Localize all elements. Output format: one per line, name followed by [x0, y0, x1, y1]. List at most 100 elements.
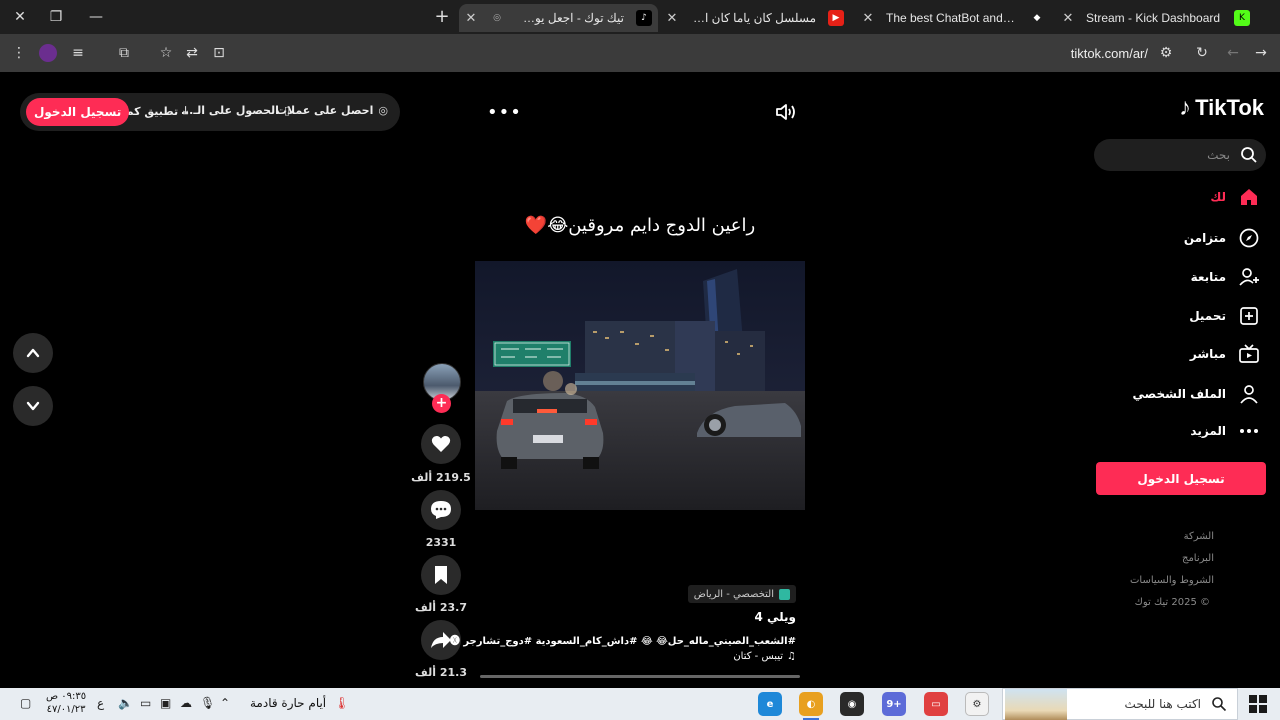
comment-icon	[431, 501, 451, 519]
notifications-icon[interactable]: ▢	[20, 696, 31, 710]
footer-link-terms[interactable]: الشروط والسياسات	[1130, 575, 1214, 586]
search-icon[interactable]	[1240, 146, 1258, 164]
comment-button[interactable]	[421, 490, 461, 530]
home-icon	[1241, 189, 1257, 205]
location-pin-icon	[779, 588, 790, 600]
tiktok-page: ◎ احصل على عملات ▯ الحصول على الـ... ⤓ ت…	[0, 72, 1280, 688]
sidebar-item-explore[interactable]: متزامن	[1184, 225, 1260, 251]
get-app-link[interactable]: ▯ الحصول على الـ...	[181, 104, 290, 117]
previous-video-button[interactable]	[13, 333, 53, 373]
location-tag[interactable]: التخصصي - الرياض	[687, 585, 796, 603]
sidebar-item-profile[interactable]: الملف الشخصي	[1133, 381, 1260, 407]
music-info[interactable]: ♫ تيبس - كتان	[733, 651, 796, 662]
steelseries-app-icon[interactable]: ⚙	[965, 692, 989, 716]
like-button[interactable]	[421, 424, 461, 464]
footer-link-company[interactable]: الشركة	[1184, 531, 1214, 542]
more-options-icon[interactable]: •••	[487, 102, 522, 123]
top-action-bar: ◎ احصل على عملات ▯ الحصول على الـ... ⤓ ت…	[20, 93, 400, 131]
post-hashtags[interactable]: #الشعب_الصيني_ماله_حل😂 😂 #داش_كام_السعود…	[450, 632, 796, 647]
weather-widget[interactable]: 🌡 أيام حارة قادمة	[250, 696, 349, 710]
video-player[interactable]	[475, 261, 805, 510]
volume-icon[interactable]: 🔈	[118, 696, 133, 710]
search-highlight-image	[1005, 689, 1067, 720]
back-icon[interactable]: →	[1250, 42, 1272, 64]
sidebar-item-live[interactable]: مباشر	[1190, 341, 1260, 367]
author-name[interactable]: ويلي 4	[754, 610, 796, 624]
upload-plus-icon	[1240, 307, 1258, 325]
tray-expand-icon[interactable]: ⌃	[220, 696, 230, 710]
streamlabs-app-icon[interactable]: ▭	[924, 692, 948, 716]
obs-style-app-icon[interactable]: 9+	[882, 692, 906, 716]
sidebar-item-for-you[interactable]: لك	[1210, 184, 1260, 210]
next-video-button[interactable]	[13, 386, 53, 426]
tab-kick[interactable]: ✕ Stream - Kick Dashboard K	[1056, 4, 1256, 32]
bookmark-star-icon[interactable]: ☆	[155, 42, 177, 64]
obs-app-icon[interactable]: ◉	[840, 692, 864, 716]
edge-app-icon[interactable]: e	[758, 692, 782, 716]
login-button-top[interactable]: تسجيل الدخول	[26, 98, 130, 126]
onedrive-icon[interactable]: ☁	[180, 696, 192, 710]
volume-icon[interactable]	[775, 102, 797, 122]
coin-icon: ◎	[378, 104, 388, 117]
reload-icon[interactable]: ↻	[1191, 42, 1213, 64]
microphone-icon[interactable]: 🎙	[200, 696, 215, 710]
restore-window-icon[interactable]: ❐	[44, 6, 68, 28]
video-progress-bar[interactable]	[480, 675, 800, 678]
new-tab-button[interactable]: +	[432, 8, 452, 28]
tiktok-icon: ♪	[636, 10, 652, 26]
phone-icon: ▯	[283, 104, 290, 117]
close-tab-icon[interactable]: ✕	[860, 11, 876, 26]
profile-avatar[interactable]	[37, 42, 59, 64]
address-bar[interactable]: tiktok.com/ar/	[1071, 46, 1148, 61]
sidebar-item-upload[interactable]: تحميل	[1189, 303, 1260, 329]
sidebar-item-more[interactable]: المزيد	[1190, 418, 1260, 444]
tiktok-logo[interactable]: ♪ TikTok	[1179, 94, 1264, 122]
search-icon	[1212, 697, 1227, 712]
tab-tiktok[interactable]: ♪ تيك توك - اجعل يومك مميزًا ◎ ✕	[459, 4, 658, 32]
minimize-window-icon[interactable]: —	[84, 6, 108, 28]
browser-tab-bar: ✕ ❐ — + ♪ تيك توك - اجعل يومك مميزًا ◎ ✕…	[0, 0, 1280, 34]
comment-count: 2331	[425, 536, 457, 549]
browser-app-icon[interactable]: ◐	[799, 692, 823, 720]
tab-chatbot[interactable]: ✕ The best ChatBot and Widgets ◆	[856, 4, 1051, 32]
music-note-icon: ♫	[787, 651, 796, 662]
compass-icon	[1239, 228, 1259, 248]
copyright-text: © 2025 تيك توك	[1134, 597, 1210, 608]
network-icon[interactable]: ▭	[140, 696, 151, 710]
media-controls-icon[interactable]: ≡	[67, 42, 89, 64]
input-language[interactable]: ع	[97, 696, 104, 710]
windows-start-icon[interactable]	[1248, 694, 1268, 714]
share-arrow-icon	[431, 632, 451, 648]
share-count: 21.3 ألف	[415, 666, 467, 679]
search-box[interactable]	[1094, 139, 1266, 171]
footer-link-program[interactable]: البرنامج	[1182, 553, 1214, 564]
translate-icon[interactable]: ⇄	[181, 42, 203, 64]
install-app-icon[interactable]: ⊡	[208, 42, 230, 64]
system-clock[interactable]: ٠٩:٣٥ ص ٤٧/٠١/٢٣	[46, 690, 86, 716]
search-input[interactable]	[1110, 145, 1230, 165]
tab-series[interactable]: ▶ مسلسل كان ياما كان الجزء 3 الثالث ✕	[660, 4, 850, 32]
mute-tab-icon[interactable]: ◎	[489, 10, 505, 26]
diamond-icon: ◆	[1033, 13, 1041, 23]
chevron-up-icon	[26, 348, 40, 358]
login-button-sidebar[interactable]: تسجيل الدخول	[1096, 462, 1266, 495]
tiktok-note-icon: ♪	[1179, 94, 1192, 121]
menu-dots-icon[interactable]: ⋮	[8, 42, 30, 64]
camera-icon[interactable]: ▣	[160, 696, 171, 710]
close-tab-icon[interactable]: ✕	[664, 11, 680, 26]
extensions-icon[interactable]: ⧉	[113, 42, 135, 64]
follow-user-icon	[1239, 268, 1259, 286]
heart-icon	[431, 435, 451, 452]
follow-plus-icon[interactable]: +	[432, 394, 451, 413]
site-settings-icon[interactable]: ⚙	[1155, 42, 1177, 64]
get-coins-link[interactable]: ◎ احصل على عملات	[276, 104, 388, 117]
save-button[interactable]	[421, 555, 461, 595]
youtube-icon: ▶	[828, 10, 844, 26]
close-tab-icon[interactable]: ✕	[463, 11, 479, 26]
close-window-icon[interactable]: ✕	[8, 6, 32, 28]
sidebar-item-following[interactable]: متابعة	[1191, 264, 1260, 290]
taskbar-search[interactable]: اكتب هنا للبحث	[1002, 688, 1238, 720]
download-icon: ⤓	[183, 104, 188, 117]
forward-icon[interactable]: ←	[1222, 42, 1244, 64]
close-tab-icon[interactable]: ✕	[1060, 11, 1076, 26]
